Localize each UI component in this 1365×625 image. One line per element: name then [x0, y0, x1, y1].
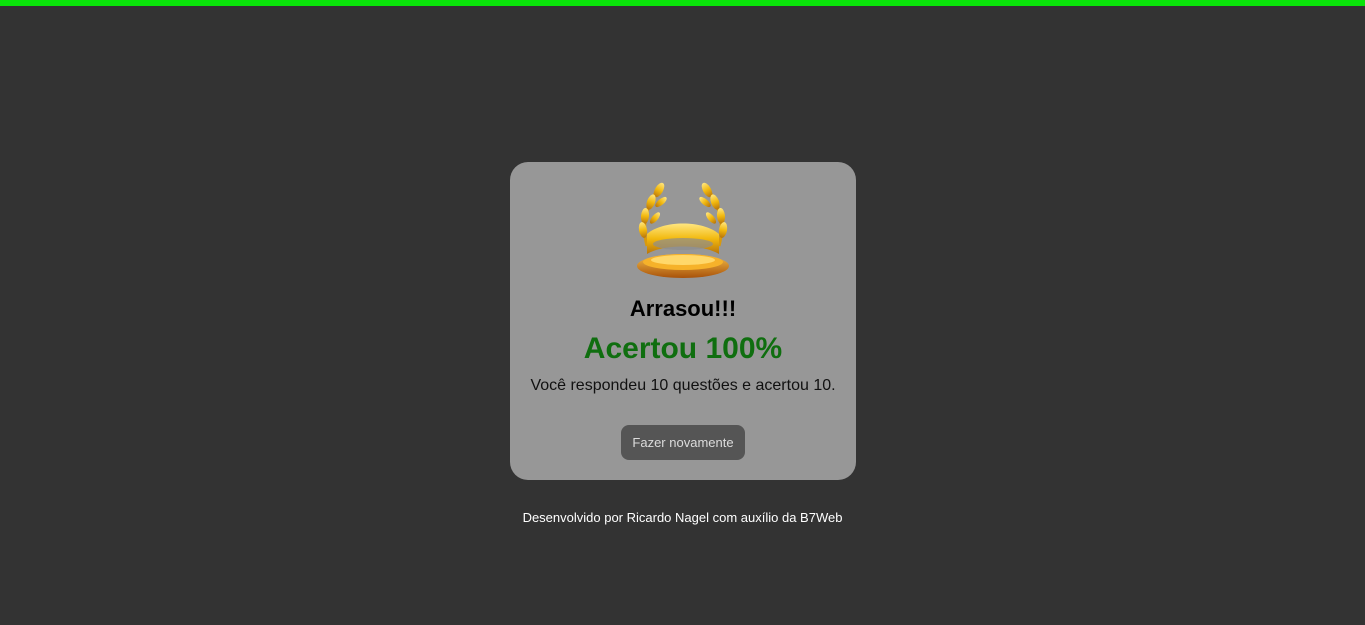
progress-bar — [0, 0, 1365, 6]
result-summary: Você respondeu 10 questões e acertou 10. — [530, 377, 836, 394]
result-headline: Arrasou!!! — [629, 296, 737, 321]
footer-credits: Desenvolvido por Ricardo Nagel com auxíl… — [522, 510, 843, 525]
score-percentage: Acertou 100% — [583, 332, 783, 365]
result-card: Arrasou!!! Acertou 100% Você respondeu 1… — [510, 162, 856, 480]
retry-button[interactable]: Fazer novamente — [621, 425, 745, 460]
trophy-icon — [637, 182, 729, 278]
progress-bar-fill — [0, 0, 1365, 6]
